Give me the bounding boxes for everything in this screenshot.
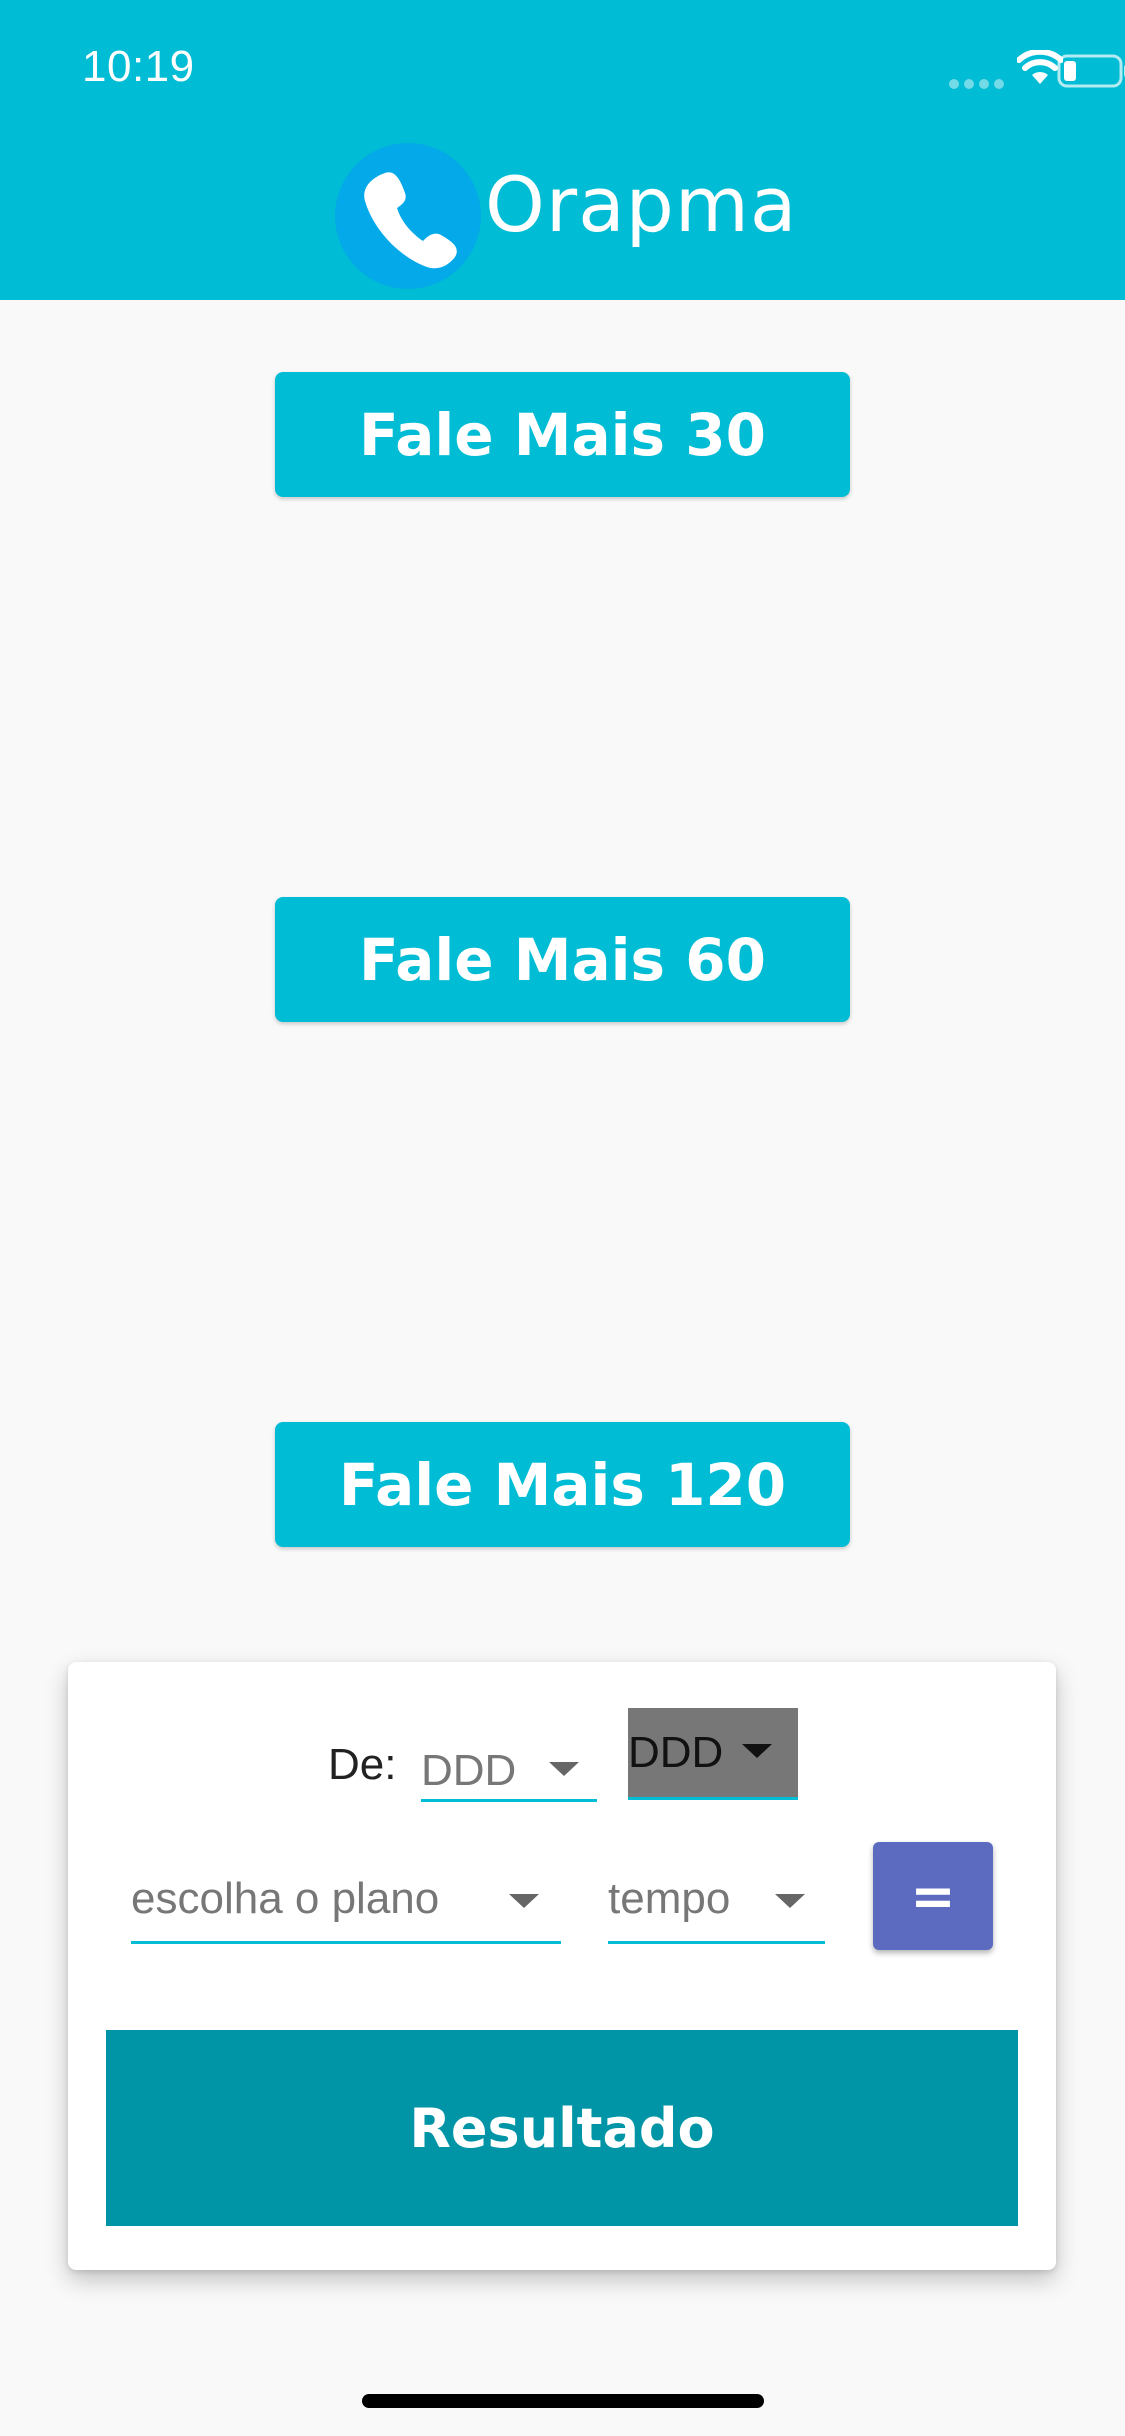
destination-ddd-value: DDD xyxy=(628,1728,724,1777)
chevron-down-icon xyxy=(775,1894,805,1908)
battery-icon xyxy=(1057,54,1125,88)
plan-button-60[interactable]: Fale Mais 60 xyxy=(275,897,850,1022)
time-select-placeholder: tempo xyxy=(608,1874,731,1923)
brand-name: Orapma xyxy=(485,160,798,249)
calculator-card: De: DDD DDD escolha o plano tempo = Resu… xyxy=(68,1662,1056,2270)
app-bar: 10:19 Orapma xyxy=(0,0,1125,300)
status-time: 10:19 xyxy=(82,42,195,91)
time-select[interactable]: tempo xyxy=(608,1862,825,1944)
plan-select[interactable]: escolha o plano xyxy=(131,1862,561,1944)
chevron-down-icon xyxy=(742,1744,772,1758)
origin-ddd-select[interactable]: DDD xyxy=(421,1734,597,1802)
destination-ddd-select[interactable]: DDD xyxy=(628,1708,798,1800)
plan-button-30[interactable]: Fale Mais 30 xyxy=(275,372,850,497)
phone-icon xyxy=(364,172,457,269)
equals-button[interactable]: = xyxy=(873,1842,993,1950)
signal-icon xyxy=(949,74,1009,93)
origin-ddd-value: DDD xyxy=(421,1746,517,1795)
chevron-down-icon xyxy=(509,1894,539,1908)
plan-select-placeholder: escolha o plano xyxy=(131,1874,440,1923)
origin-label: De: xyxy=(328,1740,397,1789)
chevron-down-icon xyxy=(549,1762,579,1776)
result-button[interactable]: Resultado xyxy=(106,2030,1018,2226)
logo xyxy=(335,143,481,289)
plan-button-120[interactable]: Fale Mais 120 xyxy=(275,1422,850,1547)
home-indicator[interactable] xyxy=(362,2394,764,2408)
